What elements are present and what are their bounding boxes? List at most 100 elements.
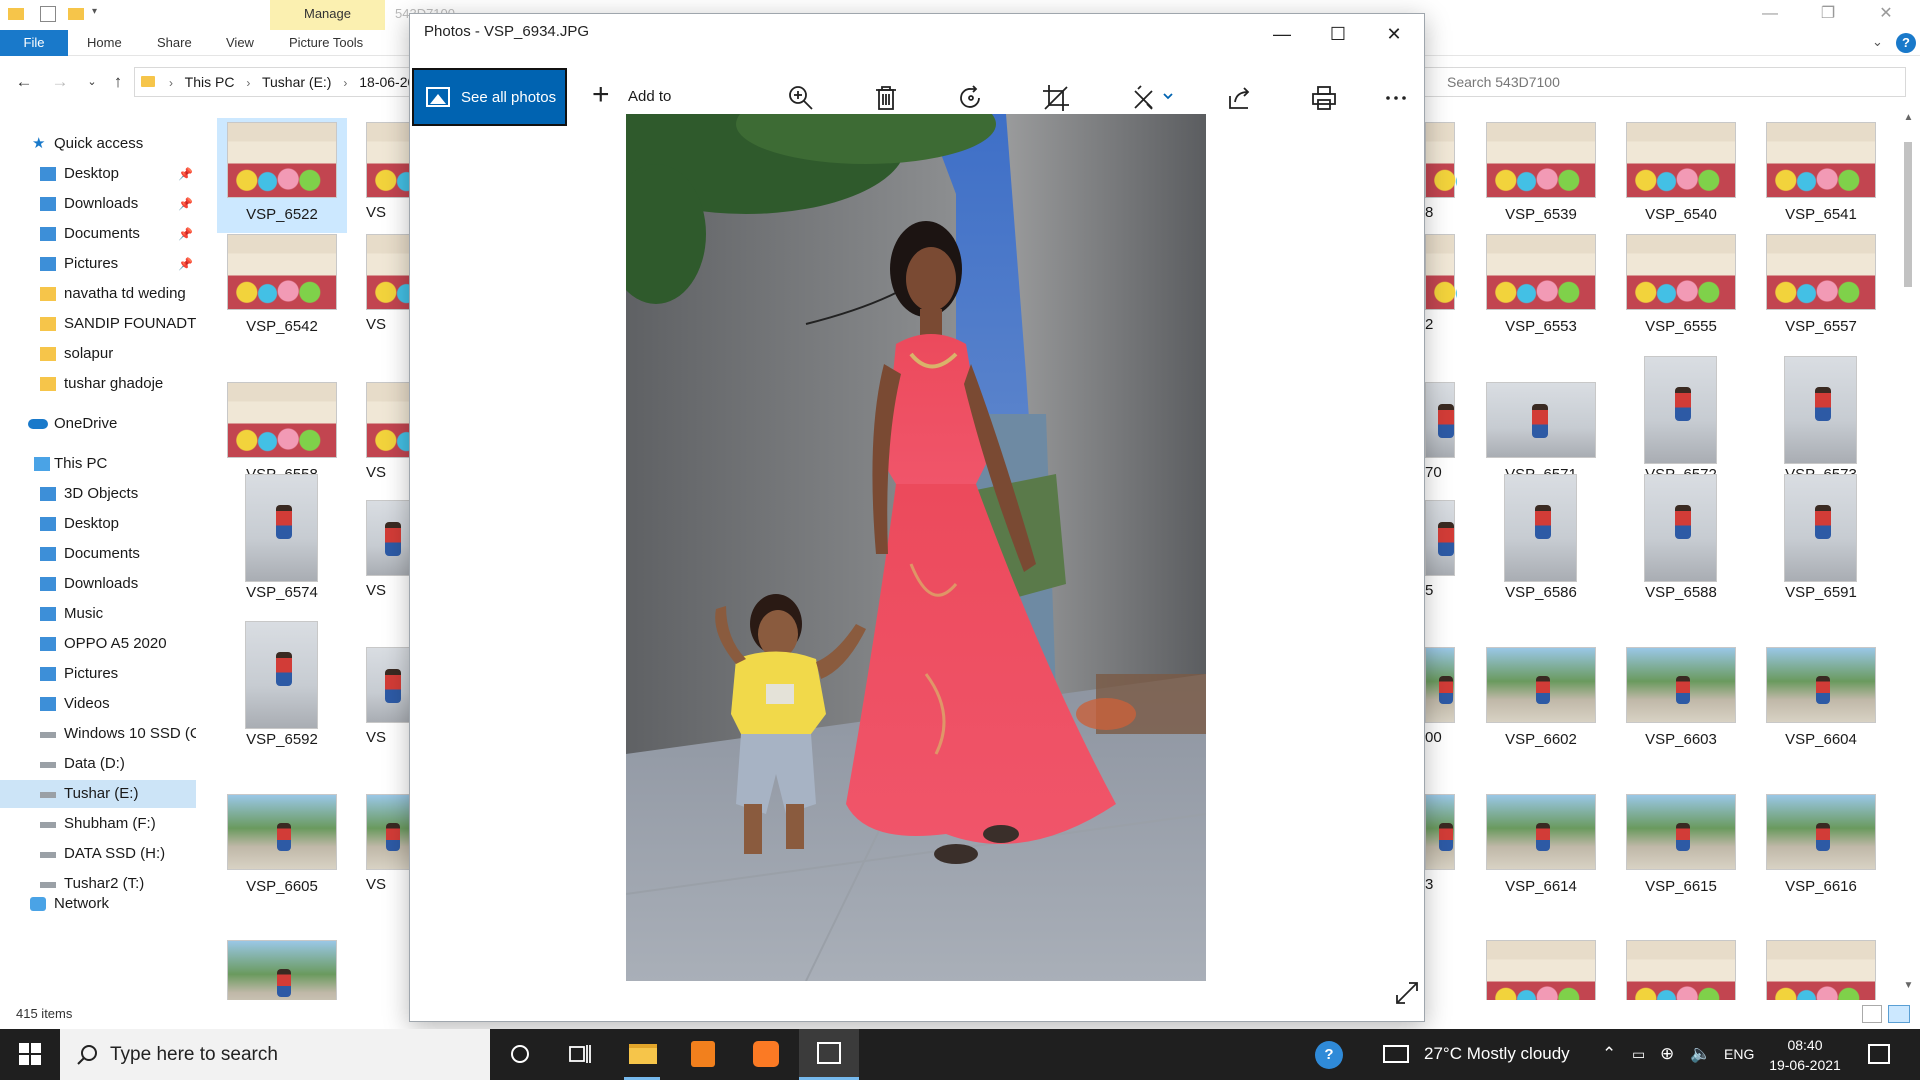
taskbar-file-explorer[interactable]: [612, 1029, 672, 1080]
file-tile[interactable]: VSP_6616: [1756, 790, 1886, 905]
file-tile[interactable]: VSP_6588: [1616, 474, 1746, 611]
large-icons-view-icon[interactable]: [1888, 1005, 1910, 1023]
volume-icon[interactable]: 🔈: [1690, 1044, 1711, 1064]
file-tile-partial[interactable]: 5: [1425, 500, 1457, 615]
print-icon[interactable]: [1298, 68, 1348, 126]
nav-pc-item[interactable]: 3D Objects: [0, 480, 196, 508]
explorer-minimize-button[interactable]: —: [1742, 0, 1798, 30]
manage-tab[interactable]: Manage: [270, 0, 385, 30]
nav-quick-item[interactable]: Desktop 📌: [0, 160, 196, 188]
breadcrumb-folder[interactable]: 18-06-20: [359, 74, 415, 90]
address-bar[interactable]: › This PC › Tushar (E:) › 18-06-20: [134, 67, 424, 97]
nav-quick-item[interactable]: navatha td weding: [0, 280, 196, 308]
photos-close-button[interactable]: ✕: [1366, 14, 1422, 56]
file-tile[interactable]: VSP_6604: [1756, 643, 1886, 758]
nav-pc-item[interactable]: Shubham (F:): [0, 810, 196, 838]
nav-quick-item[interactable]: SANDIP FOUNADTI(: [0, 310, 196, 338]
file-list-scrollbar[interactable]: ▲ ▼: [1900, 112, 1917, 1000]
nav-quick-item[interactable]: tushar ghadoje: [0, 370, 196, 398]
nav-network[interactable]: Network: [0, 890, 196, 918]
nav-this-pc[interactable]: This PC: [0, 450, 196, 478]
file-tile[interactable]: VSP_6592: [217, 621, 347, 758]
network-tray-icon[interactable]: ⊕: [1660, 1044, 1674, 1064]
file-tile-partial[interactable]: 3: [1425, 794, 1457, 909]
nav-pc-item[interactable]: Tushar (E:): [0, 780, 196, 808]
nav-pc-item[interactable]: OPPO A5 2020: [0, 630, 196, 658]
file-tile[interactable]: VSP_6614: [1476, 790, 1606, 905]
file-tile[interactable]: [217, 938, 347, 1000]
nav-pc-item[interactable]: DATA SSD (H:): [0, 840, 196, 868]
file-tile-partial[interactable]: 2: [1425, 234, 1457, 349]
file-tile[interactable]: VSP_6615: [1616, 790, 1746, 905]
recent-locations-icon[interactable]: ⌄: [80, 70, 104, 94]
nav-quick-access[interactable]: ★ Quick access: [0, 130, 196, 158]
action-center-icon[interactable]: [1868, 1044, 1890, 1064]
folder-icon[interactable]: [8, 8, 24, 20]
file-tile[interactable]: VSP_6591: [1756, 474, 1886, 611]
file-tile[interactable]: VSP_6541: [1756, 118, 1886, 233]
file-tile[interactable]: VSP_6605: [217, 790, 347, 905]
taskbar-photos[interactable]: [799, 1029, 859, 1080]
file-tile[interactable]: VSP_6602: [1476, 643, 1606, 758]
help-tray-icon[interactable]: ?: [1315, 1041, 1343, 1069]
expand-ribbon-icon[interactable]: ⌄: [1872, 34, 1883, 50]
file-tile[interactable]: [1476, 938, 1606, 1000]
file-tile[interactable]: VSP_6542: [217, 230, 347, 345]
file-tile[interactable]: VSP_6586: [1476, 474, 1606, 611]
file-tab[interactable]: File: [0, 30, 68, 56]
weather-text[interactable]: 27°C Mostly cloudy: [1424, 1044, 1570, 1064]
file-tile-partial[interactable]: 00: [1425, 647, 1457, 762]
tab-share[interactable]: Share: [157, 30, 192, 56]
customize-qat-icon[interactable]: ▾: [92, 6, 108, 22]
nav-quick-item[interactable]: Pictures 📌: [0, 250, 196, 278]
file-tile[interactable]: VSP_6539: [1476, 118, 1606, 233]
file-tile-partial[interactable]: 70: [1425, 382, 1457, 497]
taskbar-search-box[interactable]: Type here to search: [60, 1029, 490, 1080]
file-tile[interactable]: VSP_6555: [1616, 230, 1746, 345]
nav-pc-item[interactable]: Pictures: [0, 660, 196, 688]
start-button[interactable]: [0, 1029, 60, 1080]
taskbar-sublime-text[interactable]: [673, 1029, 733, 1080]
nav-quick-item[interactable]: Downloads 📌: [0, 190, 196, 218]
explorer-close-button[interactable]: ✕: [1858, 0, 1914, 30]
breadcrumb-drive[interactable]: Tushar (E:): [262, 74, 332, 90]
nav-pc-item[interactable]: Windows 10 SSD (C: [0, 720, 196, 748]
file-tile[interactable]: VSP_6557: [1756, 230, 1886, 345]
nav-pc-item[interactable]: Downloads: [0, 570, 196, 598]
file-tile[interactable]: VSP_6540: [1616, 118, 1746, 233]
search-input[interactable]: Search 543D7100: [1410, 67, 1906, 97]
file-tile[interactable]: [1616, 938, 1746, 1000]
share-icon[interactable]: [1214, 68, 1264, 126]
more-icon[interactable]: [1370, 68, 1420, 126]
nav-quick-item[interactable]: Documents 📌: [0, 220, 196, 248]
photos-maximize-button[interactable]: ☐: [1310, 14, 1366, 56]
battery-icon[interactable]: ▭: [1632, 1046, 1645, 1063]
language-indicator[interactable]: ENG: [1724, 1046, 1754, 1062]
nav-pc-item[interactable]: Music: [0, 600, 196, 628]
nav-pc-item[interactable]: Data (D:): [0, 750, 196, 778]
task-view-button[interactable]: [550, 1029, 610, 1080]
file-tile[interactable]: VSP_6522: [217, 118, 347, 233]
see-all-photos-button[interactable]: See all photos: [412, 68, 567, 126]
tab-home[interactable]: Home: [87, 30, 122, 56]
back-icon[interactable]: ←: [12, 70, 36, 94]
scrollbar-thumb[interactable]: [1904, 142, 1912, 287]
file-tile[interactable]: [1756, 938, 1886, 1000]
clock[interactable]: 08:40 19-06-2021: [1765, 1035, 1845, 1075]
file-tile[interactable]: VSP_6603: [1616, 643, 1746, 758]
show-hidden-icons[interactable]: ⌃: [1602, 1044, 1616, 1064]
taskbar-xampp[interactable]: [736, 1029, 796, 1080]
full-screen-icon[interactable]: [1392, 978, 1422, 1008]
new-folder-icon[interactable]: [68, 8, 84, 20]
cortana-button[interactable]: [490, 1029, 550, 1080]
tab-view[interactable]: View: [226, 30, 254, 56]
properties-icon[interactable]: [40, 6, 56, 22]
nav-pc-item[interactable]: Documents: [0, 540, 196, 568]
nav-pc-item[interactable]: Videos: [0, 690, 196, 718]
up-icon[interactable]: ↑: [106, 70, 130, 94]
photos-minimize-button[interactable]: —: [1254, 14, 1310, 56]
explorer-restore-button[interactable]: ❐: [1800, 0, 1856, 30]
scroll-up-icon[interactable]: ▲: [1900, 112, 1917, 129]
tab-picture-tools[interactable]: Picture Tools: [289, 30, 363, 56]
nav-pc-item[interactable]: Desktop: [0, 510, 196, 538]
